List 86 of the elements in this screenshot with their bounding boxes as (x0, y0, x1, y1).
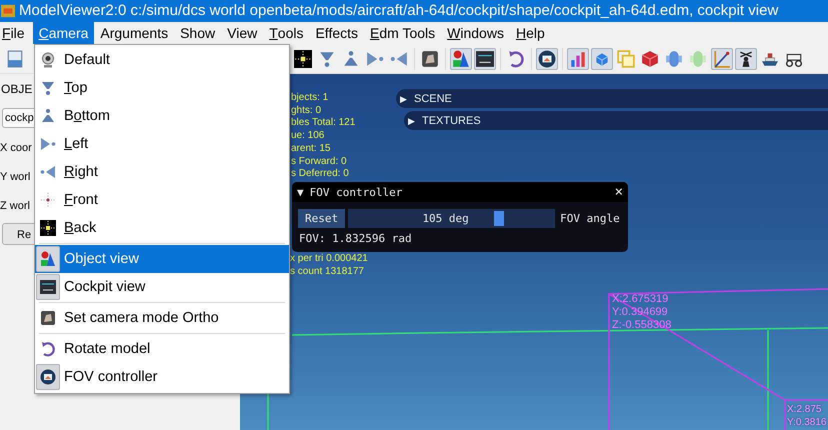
stats-text: x per tri 0.000421 (290, 253, 368, 266)
slider-value: 105 deg (422, 212, 469, 225)
stats-text: s count 1318177 (290, 266, 365, 278)
tile-icon (421, 50, 439, 68)
panel-heading: OBJE (0, 81, 32, 98)
app-icon (1, 4, 15, 18)
menu-item[interactable]: Back (35, 214, 289, 242)
slider-label: FOV angle (560, 212, 620, 225)
axes-icon (713, 50, 731, 68)
menu-item[interactable]: Show (174, 22, 222, 44)
rotate-icon (507, 50, 525, 68)
stats-text: bles Total: 121 (291, 117, 356, 130)
toolbar-button[interactable] (711, 48, 733, 70)
stats-text: ghts: 0 (291, 104, 322, 118)
capsule-icon (665, 50, 683, 68)
cube-icon (641, 50, 659, 68)
tile-icon (40, 310, 56, 326)
reset-button[interactable]: Reset (298, 209, 346, 228)
crosshair-icon (40, 192, 56, 208)
fov-readout: FOV: 1.832596 rad (299, 232, 413, 245)
coordinate-label: X:2.875 (787, 403, 822, 416)
menu-item[interactable]: Object view (35, 245, 289, 273)
bar-chart-icon (569, 50, 587, 68)
coordinate-label: Z worl (0, 199, 31, 214)
cone-icon (40, 108, 56, 124)
menu-item[interactable]: Windows (441, 22, 510, 44)
rotate-icon (40, 341, 56, 357)
fov-slider[interactable]: 105 deg (348, 209, 556, 228)
menu-item[interactable]: View (221, 22, 264, 44)
toolbar-button[interactable] (536, 48, 558, 70)
close-button[interactable]: × (614, 184, 628, 200)
menu-item[interactable]: Front (35, 186, 289, 214)
menu-item[interactable]: Right (35, 158, 289, 186)
panel-icon (476, 50, 494, 68)
arrow-right-icon (40, 136, 56, 152)
stats-text: bjects: 1 (291, 92, 330, 105)
expand-arrow-icon: ▶ (400, 94, 407, 104)
arrow-right-icon (366, 50, 384, 68)
shapes-icon (452, 50, 470, 68)
figure-icon (737, 50, 755, 68)
document-icon (6, 50, 24, 68)
menu-item[interactable]: Default (35, 46, 289, 74)
window-title: ModelViewer2:0 c:/simu/dcs world openbeta/mods/aircraft/ah-64d/cockpit/shape/cockpit_ah-64d.edm, cockpit view (19, 1, 778, 21)
section-title: SCENE (414, 92, 452, 104)
screen-icon (538, 50, 556, 68)
coordinate-label: Y worl (0, 170, 32, 185)
menu-item[interactable]: FOV controller (35, 363, 289, 391)
toolbar-button[interactable] (474, 48, 496, 70)
menu-item[interactable]: Help (510, 22, 551, 44)
funnel-icon (318, 50, 336, 68)
section-title: TEXTURES (422, 114, 481, 126)
toolbar-button[interactable] (292, 48, 314, 70)
menu-item[interactable]: Effects (309, 22, 364, 44)
expand-arrow-icon: ▶ (408, 116, 415, 126)
menu-item[interactable]: Edm Tools (364, 22, 442, 44)
arrow-left-icon (390, 50, 408, 68)
menu-item[interactable]: Arguments (94, 22, 174, 44)
collapse-arrow-icon[interactable]: ▼ (297, 186, 304, 198)
arrow-left-icon (40, 164, 56, 180)
menu-item[interactable]: Top (35, 74, 289, 102)
menu-item[interactable]: Tools (263, 22, 310, 44)
coordinate-label: X coor (0, 141, 32, 156)
webcam-icon (40, 52, 56, 68)
crosshair-icon (40, 220, 56, 236)
stats-text: arent: 15 (291, 142, 332, 156)
menu-item[interactable]: File (0, 22, 33, 44)
slider-thumb[interactable] (494, 211, 504, 226)
toolbar-button[interactable] (735, 48, 757, 70)
funnel-icon (40, 80, 56, 96)
menu-item[interactable]: Rotate model (35, 335, 289, 363)
window-title: FOV controller (310, 186, 404, 198)
menu-item[interactable]: Camera (32, 22, 94, 44)
3d-viewport[interactable] (240, 74, 828, 430)
section-header[interactable]: ▶ SCENE (396, 89, 828, 108)
coordinate-label: Y:0.3816 (787, 416, 826, 429)
stats-text: ue: 106 (291, 130, 326, 143)
capsule-icon (689, 50, 707, 68)
stats-text: s Forward: 0 (291, 156, 348, 168)
menu-item[interactable]: Left (35, 130, 289, 158)
cube-icon (617, 50, 635, 68)
section-header[interactable]: ▶ TEXTURES (404, 111, 828, 130)
cone-icon (342, 50, 360, 68)
stats-text: s Deferred: 0 (291, 168, 350, 181)
menu-item[interactable]: Set camera mode Ortho (35, 304, 289, 332)
menu-item[interactable]: Cockpit view (35, 273, 289, 301)
crosshair-icon (294, 50, 312, 68)
